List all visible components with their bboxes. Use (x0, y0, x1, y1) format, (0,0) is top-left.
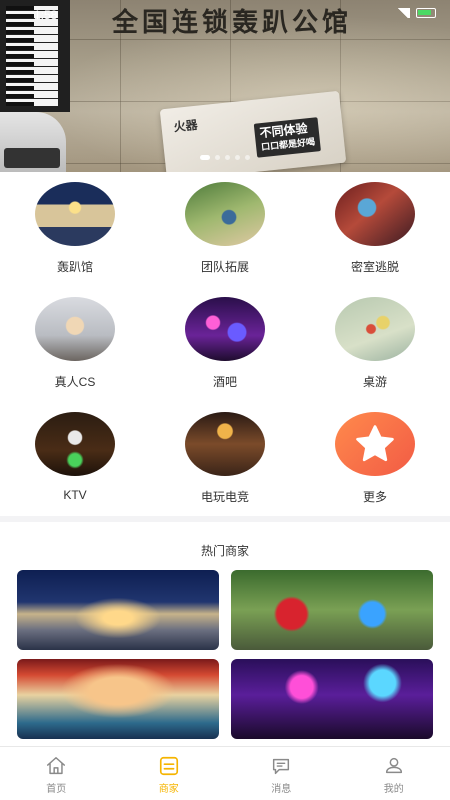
category-image (35, 182, 115, 246)
category-more-image (335, 412, 415, 476)
category-image (185, 412, 265, 476)
tab-profile[interactable]: 我的 (338, 747, 450, 800)
category-image (335, 182, 415, 246)
category-live-cs[interactable]: 真人CS (0, 297, 150, 412)
category-board-games[interactable]: 桌游 (300, 297, 450, 412)
profile-icon (385, 757, 402, 774)
section-title: 热门商家 (200, 544, 249, 558)
tab-label: 消息 (271, 784, 292, 795)
tab-label: 我的 (383, 784, 404, 795)
carousel-dot[interactable] (245, 155, 250, 160)
tab-messages[interactable]: 消息 (225, 747, 338, 800)
banner-card-brand: 火器 (172, 117, 199, 135)
star-icon (356, 425, 394, 462)
tab-shop[interactable]: 商家 (113, 747, 226, 800)
merchant-card[interactable] (17, 659, 219, 739)
category-label: 团队拓展 (200, 260, 249, 274)
carousel-dot[interactable] (235, 155, 240, 160)
category-image (335, 297, 415, 361)
status-bar: 1:58 (0, 0, 450, 28)
tab-label: 商家 (158, 784, 179, 795)
home-icon (47, 757, 66, 775)
hot-merchants-section: 热门商家 (0, 522, 450, 746)
category-label: 电玩电竞 (200, 490, 249, 504)
category-label: 真人CS (54, 375, 96, 389)
banner-carousel[interactable]: 全国连锁轰趴公馆 火器 不同体验 口口都是好喝 1:58 (0, 0, 450, 172)
category-more[interactable]: 更多 (300, 412, 450, 527)
category-team-building[interactable]: 团队拓展 (150, 182, 300, 297)
status-time: 1:58 (34, 8, 58, 22)
category-label: 轰趴馆 (56, 260, 93, 274)
bottom-tab-bar: 首页 商家 消息 我的 (0, 746, 450, 800)
category-image (185, 297, 265, 361)
shop-icon (159, 756, 178, 776)
category-grid: 轰趴馆 团队拓展 密室逃脱 真人CS 酒吧 桌游 KTV 电玩电竞 更多 (0, 172, 450, 516)
category-label: 酒吧 (212, 375, 237, 389)
tab-label: 首页 (46, 784, 67, 795)
carousel-dot[interactable] (225, 155, 230, 160)
banner-card-slogan: 不同体验 口口都是好喝 (253, 117, 321, 158)
message-icon (273, 758, 290, 775)
category-label: KTV (63, 488, 87, 502)
category-esports[interactable]: 电玩电竞 (150, 412, 300, 527)
merchant-card[interactable] (231, 659, 433, 739)
category-image (35, 412, 115, 476)
tab-home[interactable]: 首页 (0, 747, 113, 800)
banner-chair (0, 112, 66, 172)
category-bar[interactable]: 酒吧 (150, 297, 300, 412)
merchant-card[interactable] (231, 570, 433, 650)
signal-icon (396, 8, 410, 18)
category-label: 桌游 (362, 375, 387, 389)
carousel-dot[interactable] (200, 155, 210, 160)
category-image (185, 182, 265, 246)
carousel-indicator (0, 155, 450, 160)
merchant-card[interactable] (17, 570, 219, 650)
category-image (35, 297, 115, 361)
battery-icon (416, 8, 436, 18)
category-ktv[interactable]: KTV (0, 412, 150, 527)
category-party-house[interactable]: 轰趴馆 (0, 182, 150, 297)
category-label: 更多 (362, 490, 387, 504)
category-label: 密室逃脱 (350, 260, 399, 274)
category-escape-room[interactable]: 密室逃脱 (300, 182, 450, 297)
carousel-dot[interactable] (215, 155, 220, 160)
